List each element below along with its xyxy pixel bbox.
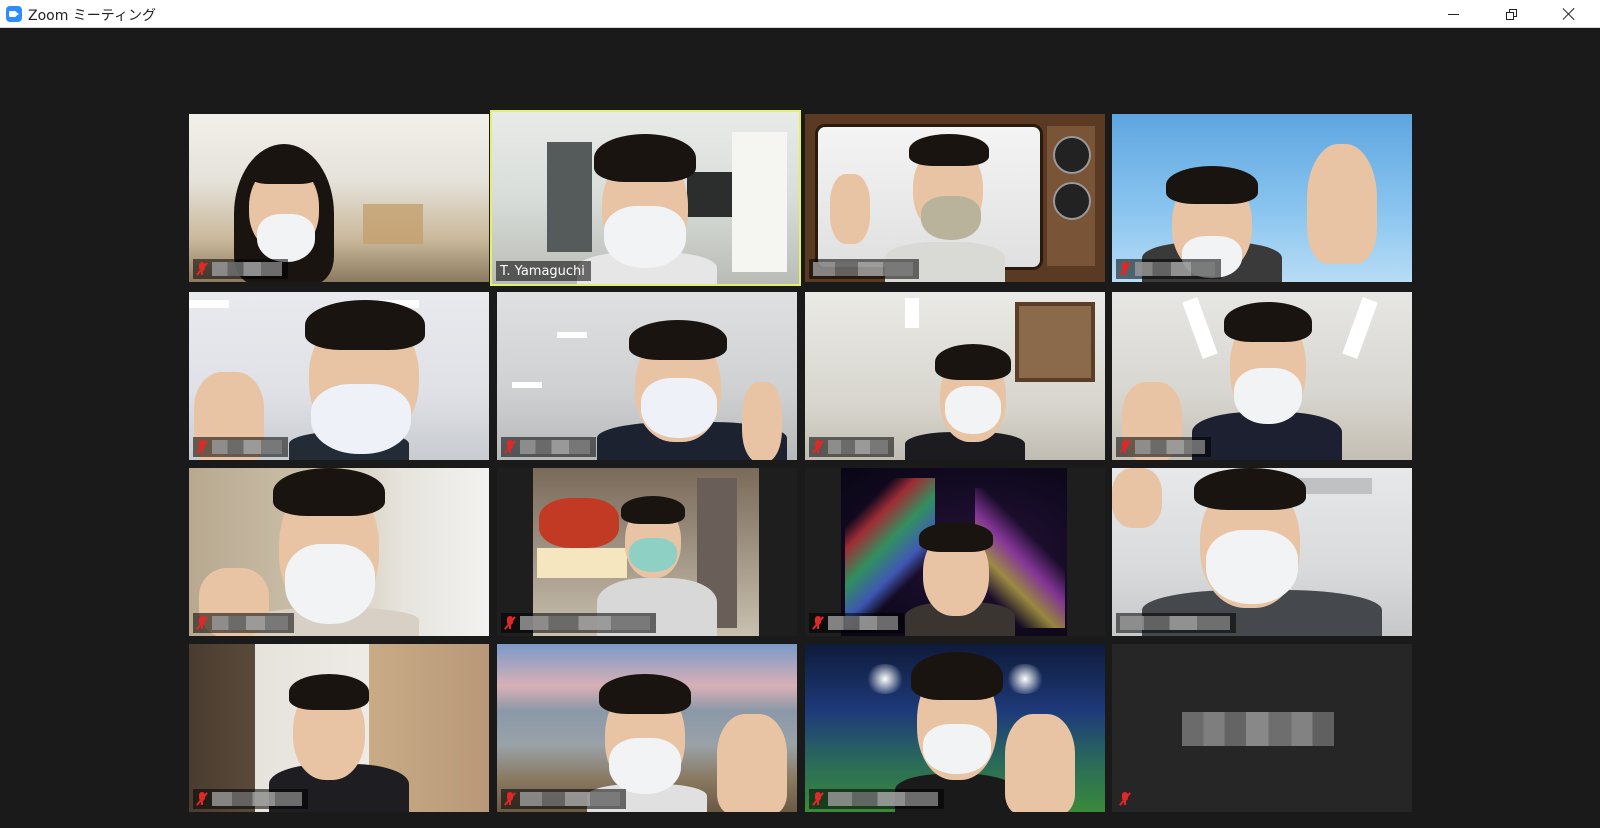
video-tile-video-off[interactable] bbox=[1112, 644, 1412, 812]
video-tile[interactable] bbox=[1112, 114, 1412, 282]
window-title: Zoom ミーティング bbox=[28, 8, 156, 24]
participant-name bbox=[828, 440, 888, 454]
participant-name-label bbox=[809, 613, 904, 633]
close-button[interactable] bbox=[1546, 0, 1592, 28]
participant-name-label bbox=[193, 259, 288, 279]
muted-mic-icon bbox=[504, 616, 516, 630]
participant-name-label bbox=[809, 789, 944, 809]
participant-name-label bbox=[193, 613, 294, 633]
video-tile[interactable] bbox=[189, 114, 489, 282]
participant-name bbox=[212, 262, 282, 276]
muted-mic-icon bbox=[196, 616, 208, 630]
participant-name-label bbox=[809, 437, 894, 457]
participant-name-label bbox=[193, 437, 288, 457]
participant-name-label bbox=[809, 259, 919, 279]
video-tile[interactable] bbox=[497, 644, 797, 812]
muted-mic-icon bbox=[812, 440, 824, 454]
video-tile[interactable] bbox=[1112, 292, 1412, 460]
participant-name-label: T. Yamaguchi bbox=[496, 261, 591, 281]
muted-mic-icon bbox=[1119, 440, 1131, 454]
video-tile[interactable] bbox=[805, 114, 1105, 282]
muted-mic-icon bbox=[1119, 792, 1131, 806]
participant-name-label bbox=[501, 789, 626, 809]
muted-mic-icon bbox=[812, 616, 824, 630]
participant-name-label bbox=[501, 613, 656, 633]
video-tile[interactable] bbox=[805, 644, 1105, 812]
video-tile[interactable] bbox=[497, 468, 797, 636]
muted-mic-icon bbox=[196, 262, 208, 276]
muted-mic-icon bbox=[504, 440, 516, 454]
muted-mic-icon bbox=[1119, 262, 1131, 276]
participant-name bbox=[520, 792, 620, 806]
video-tile[interactable] bbox=[1112, 468, 1412, 636]
participant-name-label bbox=[1116, 789, 1136, 809]
close-icon bbox=[1562, 7, 1576, 21]
participant-name bbox=[1135, 262, 1215, 276]
restore-button[interactable] bbox=[1488, 0, 1534, 28]
video-tile[interactable] bbox=[805, 292, 1105, 460]
video-tile[interactable] bbox=[805, 468, 1105, 636]
participant-name-label bbox=[193, 789, 308, 809]
muted-mic-icon bbox=[812, 792, 824, 806]
minimize-icon bbox=[1447, 13, 1459, 15]
participant-name bbox=[520, 440, 590, 454]
restore-icon bbox=[1505, 8, 1517, 20]
participant-name bbox=[828, 616, 898, 630]
participant-name bbox=[828, 792, 938, 806]
participant-name: T. Yamaguchi bbox=[500, 263, 585, 279]
muted-mic-icon bbox=[196, 792, 208, 806]
minimize-button[interactable] bbox=[1430, 0, 1476, 28]
participant-name-label bbox=[1116, 259, 1221, 279]
muted-mic-icon bbox=[504, 792, 516, 806]
participant-name bbox=[1120, 616, 1230, 630]
participant-name bbox=[212, 440, 282, 454]
zoom-icon bbox=[6, 6, 22, 22]
participant-name bbox=[813, 262, 913, 276]
muted-mic-icon bbox=[196, 440, 208, 454]
participant-name-label bbox=[1116, 613, 1236, 633]
participant-name-placeholder bbox=[1182, 712, 1334, 746]
participant-name-label bbox=[1116, 437, 1211, 457]
participant-name bbox=[212, 616, 288, 630]
video-tile[interactable] bbox=[189, 292, 489, 460]
participant-name-label bbox=[501, 437, 596, 457]
video-tile[interactable] bbox=[497, 292, 797, 460]
video-tile[interactable] bbox=[189, 468, 489, 636]
title-bar: Zoom ミーティング bbox=[0, 0, 1600, 28]
participant-name bbox=[1135, 440, 1205, 454]
participant-name bbox=[212, 792, 302, 806]
video-tile[interactable] bbox=[189, 644, 489, 812]
video-tile-active-speaker[interactable]: T. Yamaguchi bbox=[490, 110, 801, 286]
gallery-view: T. Yamaguchi bbox=[0, 28, 1600, 828]
participant-name bbox=[520, 616, 650, 630]
